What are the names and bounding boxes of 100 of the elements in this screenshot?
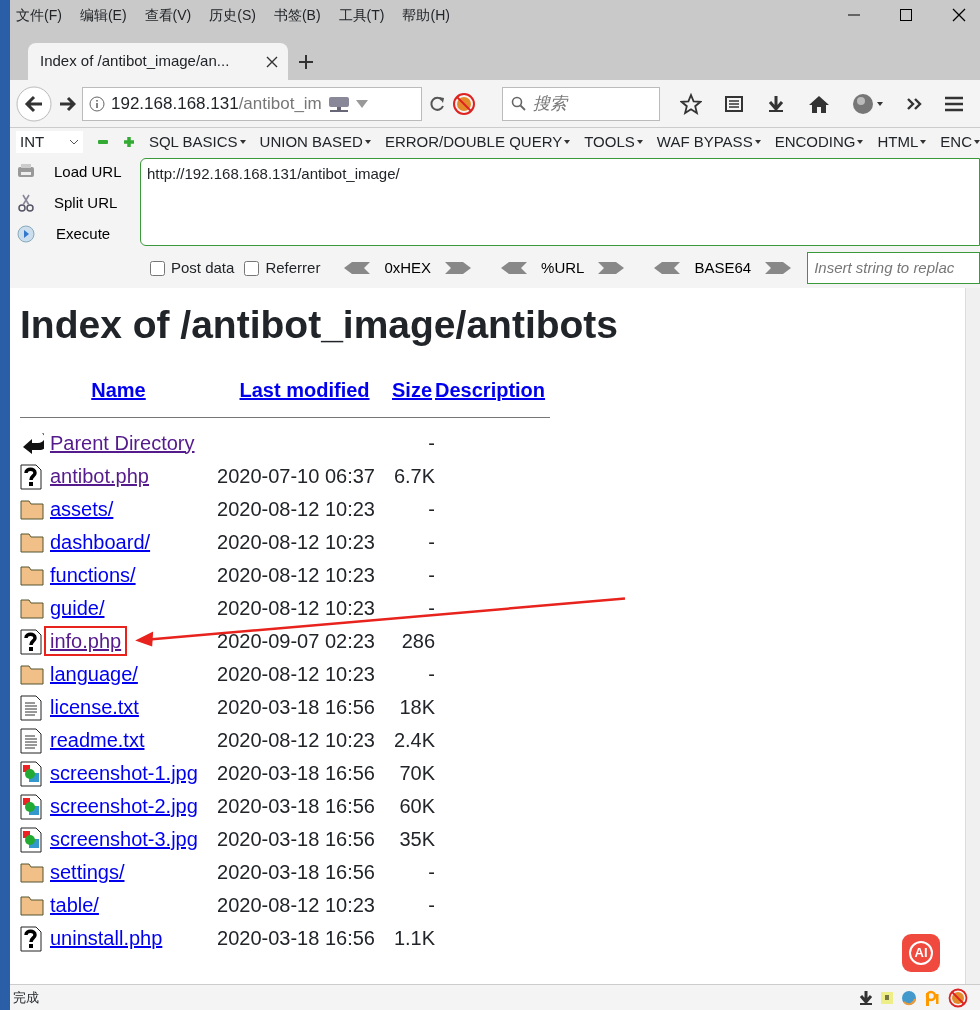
file-size: 70K [399, 761, 436, 784]
file-size: 35K [399, 827, 436, 850]
address-field[interactable]: 192.168.168.131/antibot_im [82, 86, 422, 121]
hackbar-menu[interactable]: SQL BASICS [148, 130, 246, 154]
column-header-link[interactable]: Size [392, 379, 433, 401]
maximize-icon[interactable] [900, 9, 912, 21]
hackbar-menu[interactable]: ERROR/DOUBLE QUERY [384, 130, 571, 154]
new-tab-icon[interactable] [298, 53, 314, 70]
modified-date: 2020-08-12 10:23 [217, 728, 375, 751]
file-link[interactable]: functions/ [44, 559, 142, 590]
ai-button[interactable]: AI [902, 934, 940, 972]
image-file-icon [20, 761, 44, 788]
file-size: 6.7K [393, 464, 436, 487]
file-size: - [428, 563, 436, 586]
file-link[interactable]: assets/ [44, 493, 120, 524]
menu-item[interactable]: 书签(B) [273, 4, 321, 26]
file-link[interactable]: info.php [44, 625, 128, 656]
dropdown-icon[interactable] [355, 99, 368, 108]
chevron-icon [68, 138, 79, 145]
note-icon[interactable] [880, 990, 894, 1005]
file-link[interactable]: guide/ [44, 592, 111, 623]
file-size: 286 [401, 629, 436, 652]
checkbox-label[interactable]: Post data [171, 257, 235, 280]
globe-arrows-icon[interactable] [900, 988, 918, 1007]
search-field[interactable]: 搜索 [502, 86, 660, 121]
forward-icon[interactable] [58, 94, 76, 113]
file-size: - [428, 860, 436, 883]
reload-icon[interactable] [428, 94, 446, 113]
back-icon[interactable] [16, 85, 52, 122]
hackbar-menu[interactable]: TOOLS [584, 130, 643, 154]
caret-icon [920, 139, 927, 144]
file-link[interactable]: screenshot-1.jpg [44, 757, 204, 788]
file-link[interactable]: license.txt [44, 691, 145, 722]
hackbar-menu[interactable]: HTML [877, 130, 927, 154]
modified-date: 2020-09-07 02:23 [217, 629, 375, 652]
overflow-icon[interactable] [906, 95, 922, 112]
right-arrow-icon [445, 262, 472, 275]
scrollbar[interactable] [965, 288, 980, 984]
browser-tab[interactable]: Index of /antibot_image/an... [28, 43, 288, 80]
hackbar-action-button[interactable]: Load URL [10, 157, 140, 187]
file-size: 2.4K [393, 728, 436, 751]
close-icon[interactable] [952, 8, 966, 22]
hackbar-menu[interactable]: WAF BYPASS [656, 130, 761, 154]
close-icon[interactable] [266, 55, 278, 68]
modified-date: 2020-03-18 16:56 [217, 860, 375, 883]
caret-icon [239, 139, 246, 144]
file-link[interactable]: screenshot-3.jpg [44, 823, 204, 854]
menu-item[interactable]: 编辑(E) [79, 4, 127, 26]
menu-item[interactable]: 帮助(H) [402, 4, 450, 26]
hackbar-menu[interactable]: ENCODING [774, 130, 864, 154]
checkbox[interactable] [150, 260, 165, 276]
column-header-link[interactable]: Last modified [239, 379, 370, 401]
question-file-icon [20, 464, 44, 491]
checkbox-label[interactable]: Referrer [265, 257, 321, 280]
menu-item[interactable]: 历史(S) [209, 4, 256, 26]
file-size: - [428, 431, 436, 454]
file-link[interactable]: dashboard/ [44, 526, 157, 557]
caret-icon [857, 139, 864, 144]
file-link[interactable]: language/ [44, 658, 144, 689]
menu-item[interactable]: 查看(V) [144, 4, 192, 26]
file-size: - [428, 497, 436, 520]
download-icon[interactable] [766, 93, 786, 114]
reading-list-icon[interactable] [724, 93, 744, 114]
file-link[interactable]: table/ [44, 889, 105, 920]
blocked-icon[interactable] [452, 91, 476, 116]
hackbar-action-button[interactable]: Split URL [10, 188, 140, 218]
globe-icon[interactable] [852, 92, 884, 115]
file-link[interactable]: readme.txt [44, 724, 151, 755]
left-arrow-icon [654, 262, 681, 275]
checkbox[interactable] [244, 260, 260, 276]
file-size: - [428, 596, 436, 619]
menu-icon[interactable] [944, 94, 964, 113]
download-icon[interactable] [858, 989, 874, 1006]
encoder-button[interactable]: BASE64 [648, 256, 798, 281]
file-link[interactable]: Parent Directory [44, 427, 201, 458]
column-header-link[interactable]: Name [91, 379, 146, 401]
encoder-button[interactable]: 0xHEX [338, 256, 478, 281]
menu-item[interactable]: 文件(F) [16, 4, 62, 26]
plus-icon[interactable] [122, 135, 135, 148]
modified-date: 2020-08-12 10:23 [217, 563, 375, 586]
sql-type-select[interactable]: INT [16, 130, 83, 153]
hackbar-menu[interactable]: ENC [940, 130, 980, 154]
replace-field[interactable]: Insert string to replac [807, 252, 980, 285]
hackbar-action-button[interactable]: Execute [10, 219, 140, 249]
caret-icon [564, 139, 571, 144]
encoder-button[interactable]: %URL [495, 256, 631, 281]
menu-item[interactable]: 工具(T) [338, 4, 385, 26]
column-header-link[interactable]: Description [435, 379, 546, 401]
info-icon [89, 95, 105, 112]
url-textarea[interactable]: http://192.168.168.131/antibot_image/ [140, 157, 980, 246]
file-link[interactable]: uninstall.php [44, 922, 169, 953]
right-arrow-icon [598, 262, 625, 275]
file-link[interactable]: settings/ [44, 856, 131, 887]
star-icon[interactable] [680, 92, 702, 115]
home-icon[interactable] [808, 93, 830, 114]
file-size: 60K [399, 794, 436, 817]
file-link[interactable]: antibot.php [44, 460, 155, 491]
file-link[interactable]: screenshot-2.jpg [44, 790, 204, 821]
hackbar-menu[interactable]: UNION BASED [259, 130, 371, 154]
blocked-icon[interactable] [948, 987, 968, 1008]
